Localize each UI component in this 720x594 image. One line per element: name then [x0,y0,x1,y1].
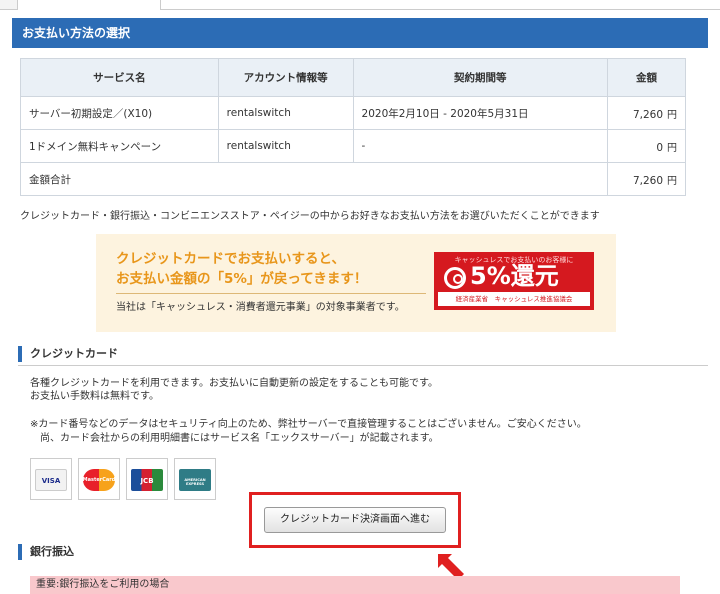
top-tab-strip [0,0,720,18]
cashless-logo-icon [444,267,466,289]
order-summary-table: サービス名 アカウント情報等 契約期間等 金額 サーバー初期設定／(X10) r… [19,58,686,196]
column-header: 契約期間等 [352,58,609,97]
credit-desc-2: お支払い手数料は無料です。 [30,391,159,402]
credit-note-1: ※カード番号などのデータはセキュリティ向上のため、弊社サーバーで直接管理すること… [30,419,587,430]
section-title: お支払い方法の選択 [12,18,708,48]
table-row: 1ドメイン無料キャンペーン rentalswitch - 0円 [20,129,686,163]
table-total-row: 金額合計 7,260 円 [19,162,686,196]
amount-unit: 円 [667,109,677,121]
promo-divider [116,293,426,294]
cashless-promo-banner: クレジットカードでお支払いすると、 お支払い金額の「5%」が戻ってきます！ 当社… [96,234,616,332]
credit-desc-1: 各種クレジットカードを利用できます。お支払いに自動更新の設定をすることも可能です… [30,378,438,389]
total-amount: 7,260 [632,174,663,187]
account-cell: rentalswitch [217,96,354,130]
table-row: サーバー初期設定／(X10) rentalswitch 2020年2月10日 -… [20,96,686,130]
service-name-cell: 1ドメイン無料キャンペーン [20,129,219,163]
credit-card-heading: クレジットカード [18,344,708,366]
total-unit: 円 [667,175,677,187]
promo-subtext: 当社は「キャッシュレス・消費者還元事業」の対象事業者です。 [116,302,405,313]
column-header: アカウント情報等 [217,58,354,97]
amex-card-icon: AMERICAN EXPRESS [174,458,216,500]
badge-bottom-text: 経済産業省 キャッシュレス推進協議会 [438,292,590,306]
amount-cell: 7,260 円 [607,96,686,130]
mastercard-card-icon: MasterCard [78,458,120,500]
column-header: サービス名 [20,58,219,97]
tab-edge-right [160,0,720,10]
tab-edge-left [0,0,18,10]
service-name-cell: サーバー初期設定／(X10) [20,96,219,130]
credit-note-2: 尚、カード会社からの利用明細書にはサービス名「エックスサーバー」が記載されます。 [30,433,439,444]
period-cell: - [352,129,609,163]
amount-cell: 0円 [607,129,686,163]
promo-headline-1: クレジットカードでお支払いすると、 [116,251,345,267]
cashless-5pct-badge: キャッシュレスでお支払いのお客様に 5%還元 経済産業省 キャッシュレス推進協議… [434,252,594,310]
jcb-card-icon: JCB [126,458,168,500]
amount-value: 7,260 [632,108,663,121]
proceed-credit-card-button[interactable]: クレジットカード決済画面へ進む [264,507,446,533]
promo-headline-2: お支払い金額の「5%」が戻ってきます！ [116,271,368,287]
total-label: 金額合計 [19,162,609,196]
period-cell: 2020年2月10日 - 2020年5月31日 [352,96,609,130]
payment-methods-intro: クレジットカード・銀行振込・コンビニエンスストア・ペイジーの中からお好きなお支払… [20,211,600,222]
badge-main-text: 5%還元 [470,262,559,290]
account-cell: rentalswitch [217,129,354,163]
bank-transfer-heading: 銀行振込 [18,542,428,564]
amount-value: 0 [656,141,663,154]
bank-transfer-notice: 重要:銀行振込をご利用の場合 [30,576,680,594]
column-header: 金額 [607,58,686,97]
visa-card-icon: VISA [30,458,72,500]
total-amount-cell: 7,260 円 [607,162,686,196]
table-header-row: サービス名 アカウント情報等 契約期間等 金額 [20,58,686,97]
amount-unit: 円 [667,142,677,154]
highlight-box: クレジットカード決済画面へ進む [249,492,461,548]
